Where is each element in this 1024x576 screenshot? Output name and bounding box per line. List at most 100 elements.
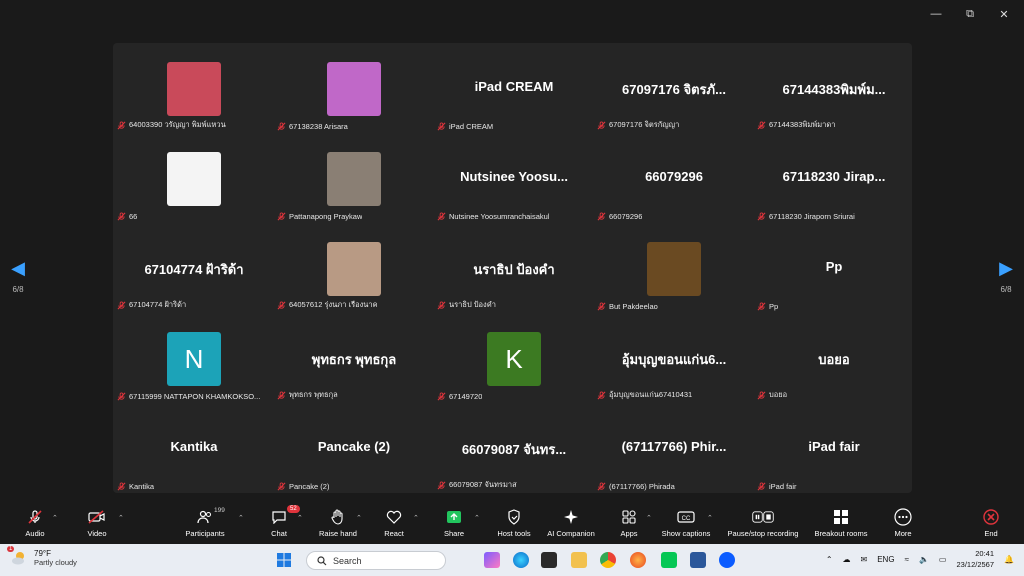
participant-caption-text: อุ้มบุญขอนแก่น67410431 bbox=[609, 390, 693, 399]
participant-name-caption: นราธิป ป้องคำ bbox=[437, 299, 496, 311]
participant-tile[interactable]: Pattanapong Praykaw bbox=[275, 133, 433, 221]
zoom-app-icon[interactable] bbox=[719, 552, 735, 568]
language-indicator[interactable]: ENG bbox=[877, 555, 894, 564]
participants-label: Participants bbox=[185, 529, 225, 538]
participant-display-name: Nutsinee Yoosu... bbox=[460, 169, 568, 184]
participants-button[interactable]: 199 Participants bbox=[165, 507, 245, 538]
participant-tile[interactable]: อุ้มบุญขอนแก่น6... อุ้มบุญขอนแก่น67410431 bbox=[595, 313, 753, 401]
battery-icon[interactable]: ▭ bbox=[939, 555, 947, 564]
weather-widget[interactable]: 1 79°F Partly cloudy bbox=[7, 546, 77, 567]
muted-microphone-icon bbox=[757, 120, 766, 129]
participant-tile[interactable]: (67117766) Phir... (67117766) Phirada bbox=[595, 403, 753, 491]
participant-tile[interactable]: 64057612 รุ่งนภา เรืองนาค bbox=[275, 223, 433, 311]
participant-tile[interactable]: Nutsinee Yoosu... Nutsinee Yoosumranchais… bbox=[435, 133, 593, 221]
cloud-icon[interactable]: ☁ bbox=[843, 555, 851, 564]
participant-name-caption: (67117766) Phirada bbox=[597, 482, 675, 491]
close-icon[interactable]: ✕ bbox=[990, 6, 1018, 22]
right-arrow-icon[interactable]: ▶ bbox=[996, 258, 1016, 279]
participant-tile[interactable]: iPad CREAM iPad CREAM bbox=[435, 43, 593, 131]
participant-tile[interactable]: 66079087 จันทร... 66079087 จันทรมาส bbox=[435, 403, 593, 491]
video-options-chevron-icon[interactable]: ⌃ bbox=[118, 514, 124, 522]
copilot-icon[interactable] bbox=[484, 552, 500, 568]
participant-tile[interactable]: 67097176 จิตรภั... 67097176 จิตรกัญญา bbox=[595, 43, 753, 131]
media-app-icon[interactable] bbox=[541, 552, 557, 568]
participant-initial-avatar: K bbox=[487, 332, 541, 386]
participant-caption-text: 67104774 ฝ้าริด้า bbox=[129, 300, 187, 309]
muted-microphone-icon bbox=[757, 212, 766, 221]
wifi-icon[interactable]: ≈ bbox=[905, 555, 909, 564]
participant-tile[interactable]: 67118230 Jirap... 67118230 Jiraporn Sriur… bbox=[755, 133, 913, 221]
participant-caption-text: 66079087 จันทรมาส bbox=[449, 480, 517, 489]
participant-tile[interactable]: 66 bbox=[115, 133, 273, 221]
tray-overflow-chevron-icon[interactable]: ⌃ bbox=[826, 555, 833, 564]
participant-caption-text: 66 bbox=[129, 212, 138, 221]
show-captions-button[interactable]: CC Show captions bbox=[646, 507, 726, 538]
heart-icon bbox=[383, 507, 405, 527]
participant-caption-text: Kantika bbox=[129, 482, 155, 491]
participant-name-caption: 67097176 จิตรกัญญา bbox=[597, 119, 679, 131]
previous-page-button[interactable]: ◀ 6/8 bbox=[8, 258, 28, 298]
captions-options-chevron-icon[interactable]: ⌃ bbox=[707, 514, 713, 522]
participant-tile[interactable]: Pancake (2) Pancake (2) bbox=[275, 403, 433, 491]
participant-tile[interactable]: K 67149720 bbox=[435, 313, 593, 401]
zoom-meeting-window: — ⧉ ✕ ◀ 6/8 ▶ 6/8 64003390 วรัญญา พิมพ์แ… bbox=[0, 0, 1024, 576]
share-screen-icon bbox=[443, 507, 465, 527]
minimize-icon[interactable]: — bbox=[922, 6, 950, 22]
muted-microphone-icon bbox=[597, 212, 606, 221]
word-app-icon[interactable] bbox=[690, 552, 706, 568]
svg-text:CC: CC bbox=[682, 516, 691, 522]
participant-name-caption: Kantika bbox=[117, 482, 154, 491]
video-button[interactable]: Video bbox=[57, 507, 137, 538]
participant-avatar bbox=[647, 242, 701, 296]
participant-name-caption: iPad fair bbox=[757, 482, 797, 491]
participant-tile[interactable]: 67104774 ฝ้าริด้า 67104774 ฝ้าริด้า bbox=[115, 223, 273, 311]
apps-label: Apps bbox=[620, 529, 638, 538]
taskbar-search[interactable]: Search bbox=[306, 551, 446, 570]
chrome-browser-icon[interactable] bbox=[600, 552, 616, 568]
windows-start-icon[interactable] bbox=[276, 552, 292, 568]
more-button[interactable]: More bbox=[863, 507, 943, 538]
next-page-button[interactable]: ▶ 6/8 bbox=[996, 258, 1016, 298]
line-app-icon[interactable] bbox=[661, 552, 677, 568]
participant-caption-text: iPad CREAM bbox=[449, 122, 494, 131]
clock[interactable]: 20:41 23/12/2567 bbox=[956, 548, 994, 570]
participant-tile[interactable]: นราธิป ป้องคำ นราธิป ป้องคำ bbox=[435, 223, 593, 311]
participant-tile[interactable]: 64003390 วรัญญา พิมพ์แหวน bbox=[115, 43, 273, 131]
pause-stop-recording-button[interactable]: Pause/stop recording bbox=[723, 507, 803, 538]
audio-label: Audio bbox=[25, 529, 45, 538]
muted-microphone-icon bbox=[277, 390, 286, 399]
participant-tile[interactable]: 66079296 66079296 bbox=[595, 133, 753, 221]
participant-caption-text: 67144383พิมพ์มาดา bbox=[769, 120, 836, 129]
firefox-browser-icon[interactable] bbox=[630, 552, 646, 568]
participant-caption-text: 67138238 Arisara bbox=[289, 122, 348, 131]
participant-caption-text: 67115999 NATTAPON KHAMKOKSO... bbox=[129, 392, 261, 401]
participant-tile[interactable]: iPad fair iPad fair bbox=[755, 403, 913, 491]
participant-tile[interactable]: Pp Pp bbox=[755, 223, 913, 311]
participant-tile[interactable]: 67144383พิมพ์ม... 67144383พิมพ์มาดา bbox=[755, 43, 913, 131]
participant-caption-text: Pp bbox=[769, 302, 779, 311]
restore-icon[interactable]: ⧉ bbox=[956, 6, 984, 22]
participant-caption-text: บอยอ bbox=[769, 390, 788, 399]
participant-tile[interactable]: But Pakdeelao bbox=[595, 223, 753, 311]
participant-tile[interactable]: บอยอ บอยอ bbox=[755, 313, 913, 401]
participant-name-caption: 67149720 bbox=[437, 392, 482, 401]
participant-tile[interactable]: Kantika Kantika bbox=[115, 403, 273, 491]
end-x-icon bbox=[980, 507, 1002, 527]
mail-icon[interactable]: ✉ bbox=[861, 555, 868, 564]
speaker-icon[interactable]: 🔈 bbox=[919, 555, 929, 564]
participant-caption-text: Pattanapong Praykaw bbox=[289, 212, 363, 221]
participant-tile[interactable]: พุทธกร พุทธกุล พุทธกร พุทธกุล bbox=[275, 313, 433, 401]
react-label: React bbox=[384, 529, 404, 538]
file-explorer-icon[interactable] bbox=[571, 552, 587, 568]
participant-name-caption: iPad CREAM bbox=[437, 122, 493, 131]
participant-tile[interactable]: N 67115999 NATTAPON KHAMKOKSO... bbox=[115, 313, 273, 401]
end-meeting-button[interactable]: End bbox=[951, 507, 1024, 538]
participant-avatar bbox=[167, 152, 221, 206]
participant-tile[interactable]: 67138238 Arisara bbox=[275, 43, 433, 131]
notifications-bell-icon[interactable]: 🔔 bbox=[1004, 555, 1014, 564]
participant-display-name: อุ้มบุญขอนแก่น6... bbox=[621, 352, 727, 367]
left-arrow-icon[interactable]: ◀ bbox=[8, 258, 28, 279]
participant-caption-text: 67149720 bbox=[449, 392, 483, 401]
muted-microphone-icon bbox=[277, 122, 286, 131]
edge-browser-icon[interactable] bbox=[513, 552, 529, 568]
